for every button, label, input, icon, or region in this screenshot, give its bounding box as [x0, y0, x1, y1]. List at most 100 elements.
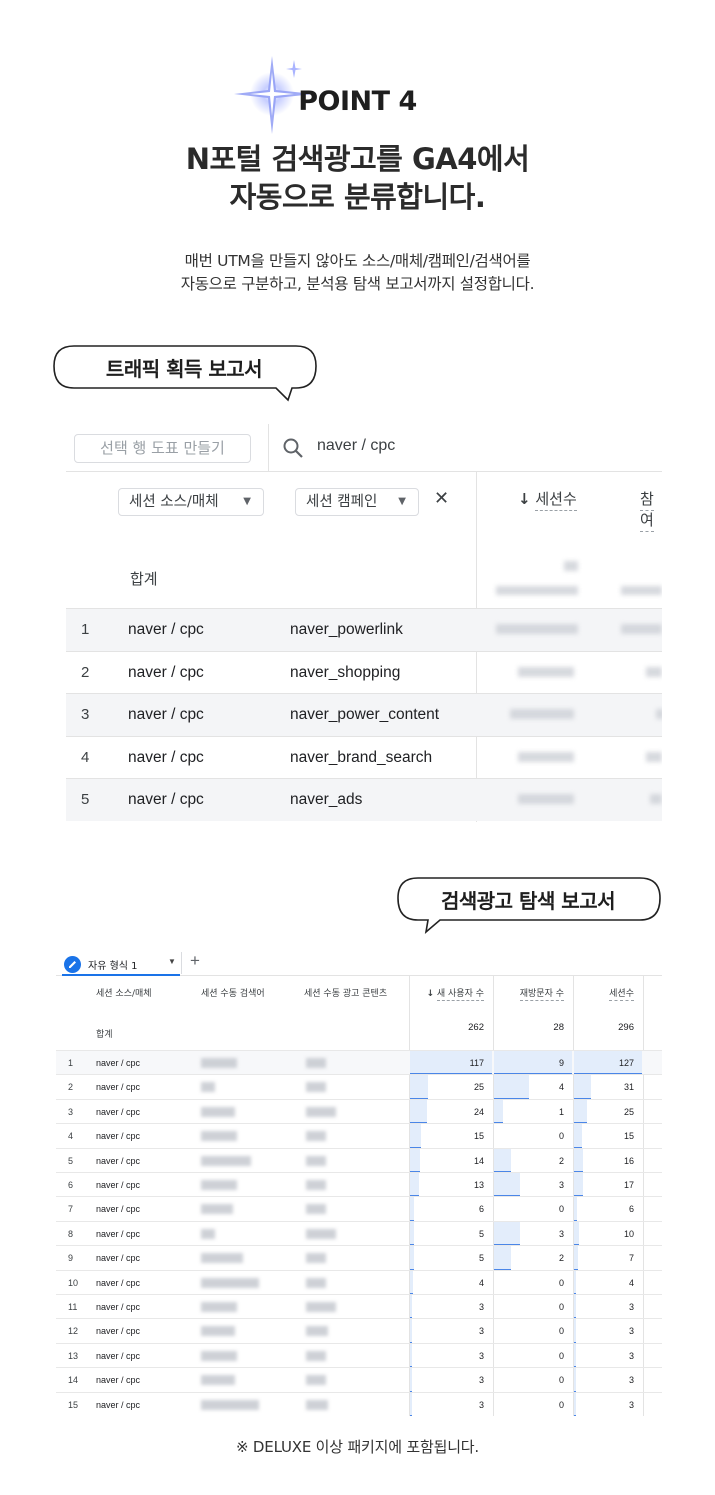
metric-header-engaged[interactable]: 참여 [640, 488, 662, 532]
source-medium-cell: naver / cpc [96, 1228, 141, 1239]
dropdown-label: 세션 캠페인 [306, 494, 378, 510]
chevron-down-icon[interactable]: ▼ [168, 957, 176, 966]
speech-bubble-traffic: 트래픽 획득 보고서 [52, 344, 320, 406]
new-users-cell: 3 [478, 1399, 484, 1410]
source-medium-cell: naver / cpc [128, 706, 204, 724]
header-returning-users[interactable]: 재방문자 수 [496, 986, 564, 1001]
headline: N포털 검색광고를 GA4에서 자동으로 분류합니다. [0, 140, 715, 216]
table-row[interactable]: 3 0 3 13 naver / cpc [56, 1342, 662, 1369]
table-row[interactable]: 4 0 4 10 naver / cpc [56, 1269, 662, 1295]
redacted-keyword [201, 1204, 233, 1215]
returning-users-cell: 9 [558, 1058, 564, 1068]
campaign-cell: naver_shopping [290, 663, 401, 681]
sessions-cell: 31 [623, 1082, 634, 1093]
header-source-medium[interactable]: 세션 소스/매체 [96, 986, 152, 999]
header-manual-term[interactable]: 세션 수동 검색어 [201, 986, 265, 999]
new-users-cell: 5 [478, 1228, 484, 1239]
row-index: 1 [81, 621, 90, 638]
campaign-cell: naver_ads [290, 791, 363, 809]
tab-label: 자유 형식 1 [88, 961, 138, 972]
plus-icon[interactable]: + [190, 951, 200, 971]
returning-users-cell: 3 [558, 1228, 564, 1239]
table-row[interactable]: 3 naver / cpc naver_power_content [66, 693, 662, 737]
redacted-keyword [201, 1399, 259, 1410]
row-index: 15 [68, 1399, 79, 1410]
header-sessions[interactable]: 세션수 [576, 986, 634, 1001]
table-row[interactable]: 14 2 16 5 naver / cpc [56, 1147, 662, 1173]
row-index: 12 [68, 1326, 79, 1337]
value-bar [574, 1319, 576, 1344]
value-bar [410, 1319, 413, 1344]
value-bar [410, 1368, 413, 1393]
value-bar-line [574, 1414, 576, 1416]
header-label: 재방문자 수 [519, 989, 564, 1001]
chevron-down-icon: ▼ [398, 496, 406, 507]
close-icon[interactable]: ✕ [434, 488, 449, 509]
returning-users-cell: 0 [558, 1277, 564, 1288]
source-medium-cell: naver / cpc [96, 1131, 141, 1142]
table-row[interactable]: 24 1 25 3 naver / cpc [56, 1098, 662, 1125]
total-label: 합계 [130, 570, 158, 588]
table-row[interactable]: 3 0 3 11 naver / cpc [56, 1294, 662, 1320]
row-index: 10 [68, 1277, 79, 1288]
table-row[interactable]: 1 naver / cpc naver_powerlink [66, 608, 662, 651]
source-medium-cell: naver / cpc [96, 1277, 141, 1288]
speech-bubble-exploration: 검색광고 탐색 보고서 [396, 876, 664, 938]
report-toolbar: 선택 행 도표 만들기 naver / cpc [66, 424, 662, 472]
sessions-cell: 10 [623, 1228, 634, 1239]
table-row[interactable]: 6 0 6 7 naver / cpc [56, 1196, 662, 1222]
campaign-cell: naver_brand_search [290, 748, 433, 766]
dimension-dropdown-source-medium[interactable]: 세션 소스/매체 ▼ [118, 488, 264, 516]
headline-line-1: N포털 검색광고를 GA4에서 [185, 142, 530, 176]
sessions-cell: 6 [628, 1204, 634, 1215]
search-input[interactable]: naver / cpc [317, 437, 395, 455]
new-users-cell: 5 [478, 1253, 484, 1264]
create-comparison-button[interactable]: 선택 행 도표 만들기 [74, 434, 251, 463]
row-index: 3 [68, 1106, 74, 1117]
header-new-users[interactable]: ↓ 새 사용자 수 [412, 986, 484, 1001]
new-users-cell: 3 [478, 1326, 484, 1337]
table-row[interactable]: 25 4 31 2 naver / cpc [56, 1074, 662, 1100]
total-sessions: 296 [618, 1022, 634, 1033]
row-index: 13 [68, 1350, 79, 1361]
redacted-value [518, 751, 574, 762]
value-bar [574, 1343, 576, 1368]
sessions-cell: 3 [628, 1375, 634, 1386]
table-row[interactable]: 3 0 3 12 naver / cpc [56, 1318, 662, 1344]
table-row[interactable]: 117 9 127 1 naver / cpc [56, 1050, 662, 1076]
dropdown-label: 세션 소스/매체 [129, 494, 219, 510]
new-users-cell: 117 [469, 1058, 484, 1068]
table-row[interactable]: 4 naver / cpc naver_brand_search [66, 735, 662, 779]
table-row[interactable]: 3 0 3 14 naver / cpc [56, 1367, 662, 1393]
new-users-cell: 24 [473, 1106, 484, 1117]
description-line-1: 매번 UTM을 만들지 않아도 소스/매체/캠페인/검색어를 [184, 252, 531, 270]
dimension-dropdown-campaign[interactable]: 세션 캠페인 ▼ [295, 488, 419, 516]
tab-freeform-1[interactable]: 자유 형식 1 ▼ [62, 954, 182, 976]
table-row[interactable]: 13 3 17 6 naver / cpc [56, 1172, 662, 1198]
redacted-value [646, 666, 662, 677]
chevron-down-icon: ▼ [243, 496, 251, 507]
table-row[interactable]: 3 0 3 15 naver / cpc [56, 1391, 662, 1416]
header-manual-ad-content[interactable]: 세션 수동 광고 콘텐츠 [304, 986, 387, 999]
value-bar [574, 1221, 580, 1246]
redacted-ad-content [306, 1082, 326, 1093]
returning-users-cell: 0 [558, 1204, 564, 1215]
redacted-ad-content [306, 1204, 326, 1215]
source-medium-cell: naver / cpc [96, 1106, 141, 1117]
source-medium-cell: naver / cpc [96, 1155, 141, 1166]
table-row[interactable]: 2 naver / cpc naver_shopping [66, 650, 662, 694]
source-medium-cell: naver / cpc [96, 1253, 141, 1264]
sessions-cell: 127 [618, 1058, 634, 1068]
redacted-ad-content [306, 1180, 326, 1190]
toolbar-divider [268, 424, 269, 472]
returning-users-cell: 0 [558, 1375, 564, 1386]
metric-header-sessions[interactable]: ↓ 세션수 [518, 488, 577, 511]
redacted-ad-content [306, 1326, 328, 1337]
header-label: 새 사용자 수 [436, 989, 484, 1001]
table-row[interactable]: 15 0 15 4 naver / cpc [56, 1123, 662, 1149]
table-row[interactable]: 5 naver / cpc naver_ads [66, 778, 662, 822]
value-bar [410, 1173, 420, 1197]
source-medium-cell: naver / cpc [96, 1326, 141, 1337]
table-row[interactable]: 5 3 10 8 naver / cpc [56, 1220, 662, 1247]
table-row[interactable]: 5 2 7 9 naver / cpc [56, 1245, 662, 1271]
